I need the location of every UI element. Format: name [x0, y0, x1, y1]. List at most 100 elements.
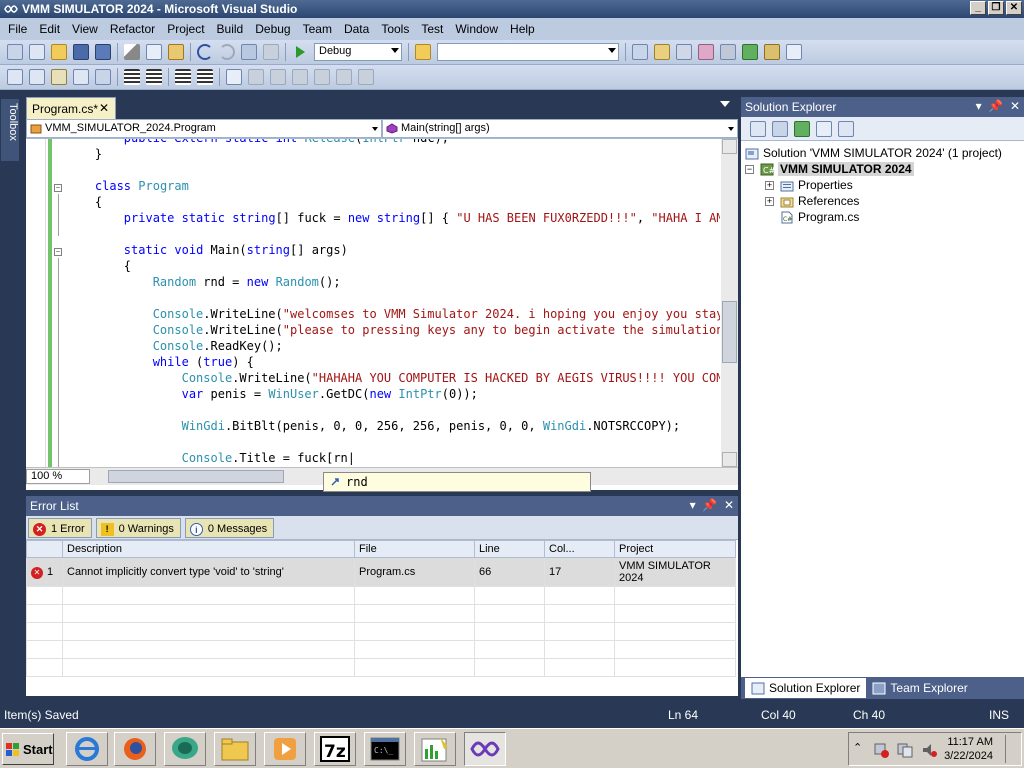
column-header-file[interactable]: File [354, 540, 475, 558]
menu-refactor[interactable]: Refactor [104, 22, 161, 36]
tree-item-references[interactable]: + References [745, 193, 1024, 209]
menu-edit[interactable]: Edit [33, 22, 66, 36]
navigate-forward-icon[interactable] [263, 44, 279, 60]
menu-team[interactable]: Team [297, 22, 338, 36]
collapse-icon[interactable]: − [745, 164, 754, 174]
toolbox-tab[interactable]: Toolbox [1, 99, 19, 161]
view-code-icon[interactable] [816, 120, 832, 137]
table-row[interactable]: ✕ 1 Cannot implicitly convert type 'void'… [26, 557, 736, 587]
window-layout-icon[interactable] [786, 44, 802, 60]
display-quick-info-icon[interactable] [51, 69, 67, 85]
save-all-icon[interactable] [95, 44, 111, 60]
clear-bookmarks-icon[interactable] [358, 69, 374, 85]
errors-filter-button[interactable]: ✕ 1 Error [28, 517, 92, 538]
toolbox-icon[interactable] [698, 44, 714, 60]
menu-project[interactable]: Project [161, 22, 210, 36]
start-button[interactable]: Start [2, 733, 54, 765]
taskbar-7zip[interactable]: 7z [314, 732, 356, 766]
close-button[interactable]: ✕ [1006, 1, 1022, 15]
refresh-icon[interactable] [794, 120, 810, 137]
minimize-button[interactable]: _ [970, 1, 986, 15]
add-item-icon[interactable] [29, 44, 45, 60]
tree-item-project[interactable]: − C# VMM SIMULATOR 2024 [745, 161, 1024, 177]
comment-lines-icon[interactable] [175, 69, 191, 85]
code-text-area[interactable]: − − public extern static int Release(Int… [26, 139, 720, 467]
menu-test[interactable]: Test [415, 22, 449, 36]
show-all-files-icon[interactable] [772, 120, 788, 137]
open-folder-icon[interactable] [51, 44, 67, 60]
scroll-down-arrow[interactable] [722, 452, 737, 467]
display-word-completion-icon[interactable] [73, 69, 89, 85]
solution-explorer-icon[interactable] [632, 44, 648, 60]
editor-vertical-scrollbar[interactable] [721, 139, 738, 467]
previous-bookmark-in-document-icon[interactable] [336, 69, 352, 85]
taskbar-internet-explorer[interactable] [66, 732, 108, 766]
class-view-icon[interactable] [764, 44, 780, 60]
menu-file[interactable]: File [2, 22, 33, 36]
clock[interactable]: 11:17 AM 3/22/2024 [944, 735, 993, 763]
redo-icon[interactable] [219, 44, 235, 60]
scroll-up-arrow[interactable] [722, 139, 737, 154]
tab-solution-explorer[interactable]: Solution Explorer [745, 678, 867, 698]
show-desktop-button[interactable] [1005, 735, 1019, 763]
taskbar-chat-app[interactable] [164, 732, 206, 766]
expand-icon[interactable]: + [765, 196, 774, 206]
restore-button[interactable]: ❐ [988, 1, 1004, 15]
taskbar-file-explorer[interactable] [214, 732, 256, 766]
object-browser-icon[interactable] [676, 44, 692, 60]
toggle-bookmark-icon[interactable] [226, 69, 242, 85]
save-icon[interactable] [73, 44, 89, 60]
undo-icon[interactable] [197, 44, 213, 60]
solution-configuration-combo[interactable]: Debug [314, 43, 402, 61]
paste-icon[interactable] [168, 44, 184, 60]
previous-bookmark-in-folder-icon[interactable] [292, 69, 308, 85]
taskbar-visual-studio[interactable] [464, 732, 506, 766]
menu-build[interactable]: Build [211, 22, 250, 36]
display-object-member-list-icon[interactable] [7, 69, 23, 85]
intellisense-item[interactable]: rnd [346, 475, 368, 489]
properties-icon[interactable] [750, 120, 766, 137]
column-header-description[interactable]: Description [62, 540, 355, 558]
menu-tools[interactable]: Tools [375, 22, 415, 36]
collapse-outline-icon[interactable]: − [54, 184, 62, 192]
cut-icon[interactable] [124, 44, 140, 60]
menu-help[interactable]: Help [504, 22, 541, 36]
scroll-thumb[interactable] [722, 301, 737, 363]
members-combo[interactable]: Main(string[] args) [382, 119, 738, 138]
find-combo[interactable] [437, 43, 619, 61]
messages-filter-button[interactable]: i 0 Messages [184, 517, 275, 538]
tab-program-cs[interactable]: Program.cs* ✕ [26, 97, 116, 119]
view-class-diagram-icon[interactable] [838, 120, 854, 137]
column-header-icon[interactable] [26, 540, 63, 558]
taskbar-command-prompt[interactable]: C:\_ [364, 732, 406, 766]
previous-bookmark-icon[interactable] [248, 69, 264, 85]
tree-item-program-cs[interactable]: C# Program.cs [745, 209, 1024, 225]
column-header-project[interactable]: Project [614, 540, 736, 558]
copy-icon[interactable] [146, 44, 162, 60]
find-in-files-icon[interactable] [415, 44, 431, 60]
tab-team-explorer[interactable]: Team Explorer [866, 678, 973, 698]
decrease-indent-icon[interactable] [95, 69, 111, 85]
intellisense-popup[interactable]: rnd [323, 472, 591, 492]
next-bookmark-in-folder-icon[interactable] [314, 69, 330, 85]
navigate-backward-icon[interactable] [241, 44, 257, 60]
panel-controls[interactable]: ▾ 📌 ✕ [690, 498, 734, 512]
menu-view[interactable]: View [66, 22, 104, 36]
uncomment-lines-icon[interactable] [197, 69, 213, 85]
expand-icon[interactable]: + [765, 180, 774, 190]
collapse-outline-icon[interactable]: − [54, 248, 62, 256]
menu-window[interactable]: Window [449, 22, 504, 36]
panel-controls[interactable]: ▾ 📌 ✕ [976, 99, 1020, 113]
start-page-icon[interactable] [742, 44, 758, 60]
new-project-icon[interactable] [7, 44, 23, 60]
action-center-icon[interactable] [897, 742, 913, 758]
menu-data[interactable]: Data [338, 22, 375, 36]
volume-muted-icon[interactable] [921, 742, 937, 758]
start-debugging-icon[interactable] [292, 44, 308, 60]
column-header-line[interactable]: Line [474, 540, 545, 558]
increase-indent-icon[interactable] [124, 69, 140, 85]
types-combo[interactable]: VMM_SIMULATOR_2024.Program [26, 119, 382, 138]
display-parameter-info-icon[interactable] [29, 69, 45, 85]
next-bookmark-icon[interactable] [270, 69, 286, 85]
horizontal-scroll-thumb[interactable] [108, 470, 284, 483]
